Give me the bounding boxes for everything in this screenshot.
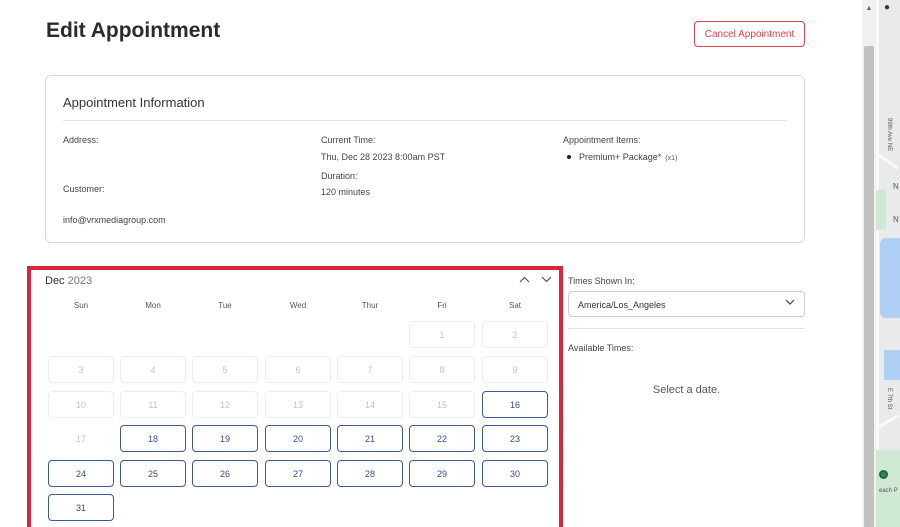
calendar-day-disabled: 7 [337, 356, 403, 383]
calendar-day-available[interactable]: 29 [409, 460, 475, 487]
map-road [876, 0, 879, 527]
calendar-day-disabled: 14 [337, 391, 403, 418]
timezone-value: America/Los_Angeles [578, 300, 666, 310]
weekday-label: Fri [437, 301, 447, 310]
calendar-day-disabled: 6 [265, 356, 331, 383]
timezone-label: Times Shown In: [568, 276, 635, 286]
map-person-icon[interactable]: ● [884, 2, 890, 13]
map-water [880, 238, 900, 318]
chevron-down-icon[interactable] [539, 273, 553, 285]
map-pin-icon[interactable] [879, 470, 888, 479]
map-road [876, 414, 900, 429]
customer-label: Customer: [63, 184, 105, 194]
calendar-month: Dec [45, 275, 65, 287]
scroll-thumb[interactable] [864, 46, 874, 527]
page-title: Edit Appointment [46, 19, 221, 42]
calendar-day-available[interactable]: 28 [337, 460, 403, 487]
page: Edit Appointment Cancel Appointment Appo… [0, 0, 900, 527]
calendar-day-available[interactable]: 21 [337, 425, 403, 452]
calendar-day-available[interactable]: 22 [409, 425, 475, 452]
calendar-day-available[interactable]: 26 [192, 460, 258, 487]
weekday-label: Sun [73, 301, 89, 310]
calendar-day-disabled: 11 [120, 391, 186, 418]
calendar-day-available[interactable]: 20 [265, 425, 331, 452]
weekday-label: Sat [508, 301, 521, 310]
times-divider [568, 328, 805, 329]
calendar-day-disabled: 4 [120, 356, 186, 383]
map-label: N [893, 215, 899, 224]
cancel-appointment-button[interactable]: Cancel Appointment [694, 21, 805, 47]
bullet-icon [567, 155, 571, 159]
available-times-label: Available Times: [568, 343, 634, 353]
map-street-label: 99th Ave NE [886, 118, 892, 152]
appointment-info-card: Appointment Information Address: Custome… [45, 75, 805, 243]
calendar-day-available[interactable]: 27 [265, 460, 331, 487]
select-date-message: Select a date. [652, 384, 721, 396]
vertical-scrollbar[interactable]: ▲ [862, 0, 876, 527]
calendar-day-disabled: 5 [192, 356, 258, 383]
calendar-year: 2023 [67, 275, 93, 287]
calendar-day-disabled: 1 [409, 321, 475, 348]
duration-label: Duration: [321, 171, 358, 181]
calendar-day-disabled: 3 [48, 356, 114, 383]
calendar-day-available[interactable]: 19 [192, 425, 258, 452]
calendar-day-disabled: 13 [265, 391, 331, 418]
appointment-item: Premium+ Package* (x1) [579, 152, 677, 162]
weekday-label: Mon [145, 301, 161, 310]
map-street-label: E 7th St [886, 388, 892, 410]
calendar-day-available[interactable]: 25 [120, 460, 186, 487]
calendar-day-disabled: 9 [482, 356, 548, 383]
weekday-label: Thur [361, 301, 379, 310]
calendar-day-available[interactable]: 18 [120, 425, 186, 452]
main-content: Edit Appointment Cancel Appointment Appo… [0, 0, 862, 527]
item-name: Premium+ Package* [579, 152, 662, 162]
current-time-label: Current Time: [321, 135, 376, 145]
chevron-down-icon [785, 297, 795, 309]
map-place-label: each P [879, 488, 898, 494]
calendar-day-available[interactable]: 23 [482, 425, 548, 452]
current-time-value: Thu, Dec 28 2023 8:00am PST [321, 152, 446, 162]
chevron-up-icon[interactable] [517, 273, 531, 285]
calendar-day-disabled: 12 [192, 391, 258, 418]
calendar-day-available[interactable]: 30 [482, 460, 548, 487]
map-water [884, 350, 900, 380]
calendar-day-available[interactable]: 31 [48, 494, 114, 521]
card-title: Appointment Information [63, 95, 205, 110]
address-label: Address: [63, 135, 99, 145]
item-qty: (x1) [665, 155, 678, 162]
calendar-day-available[interactable]: 24 [48, 460, 114, 487]
calendar-day-available[interactable]: 16 [482, 391, 548, 418]
calendar-day-disabled: 10 [48, 391, 114, 418]
card-divider [63, 120, 787, 121]
weekday-label: Tue [218, 301, 232, 310]
calendar-day-disabled: 2 [482, 321, 548, 348]
map-panel[interactable]: 99th Ave NE E 7th St each P N N ● [876, 0, 900, 527]
customer-email: info@vrxmediagroup.com [63, 215, 166, 225]
calendar-day-disabled: 15 [409, 391, 475, 418]
map-park [876, 190, 886, 230]
calendar-day-disabled: 8 [409, 356, 475, 383]
map-road [877, 153, 899, 170]
items-label: Appointment Items: [563, 135, 641, 145]
map-label: N [893, 182, 899, 191]
weekday-label: Wed [289, 301, 307, 310]
duration-value: 120 minutes [321, 187, 371, 197]
calendar-month-label: Dec 2023 [45, 275, 92, 287]
timezone-select[interactable]: America/Los_Angeles [568, 291, 805, 317]
calendar-day-disabled: 17 [75, 433, 86, 444]
scroll-up-arrow-icon[interactable]: ▲ [862, 2, 876, 14]
